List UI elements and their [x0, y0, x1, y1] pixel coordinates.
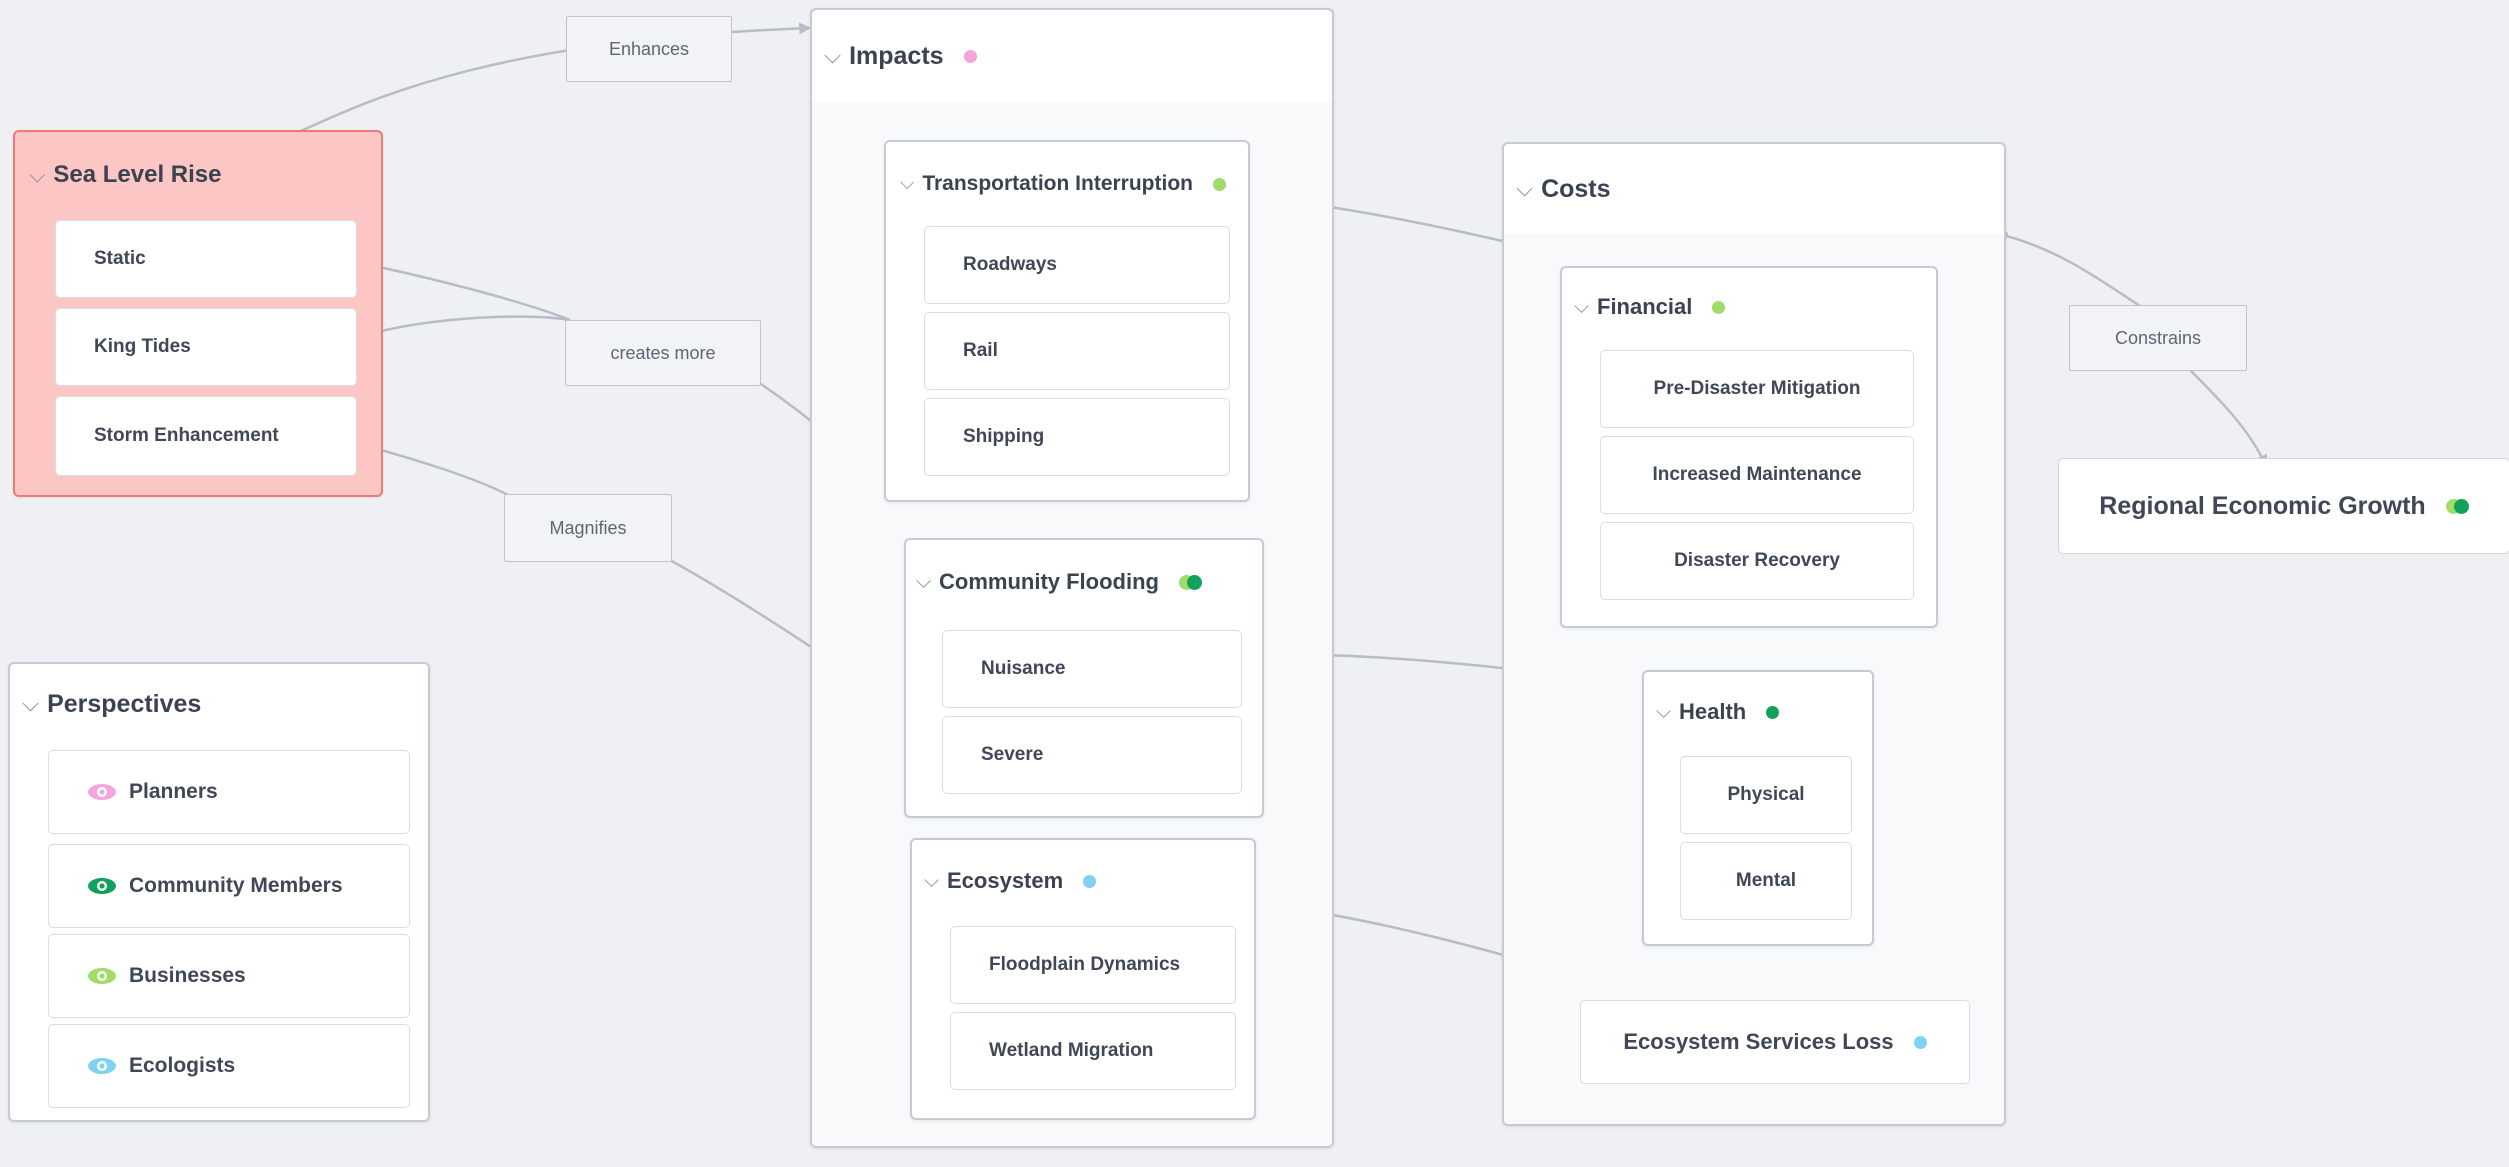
multi-perspective-dots-icon — [2445, 498, 2469, 514]
health-group[interactable]: ⌵ Health Physical Mental — [1642, 670, 1874, 946]
node-pre-disaster-mitigation[interactable]: Pre-Disaster Mitigation — [1600, 350, 1914, 428]
edge-label-enhances[interactable]: Enhances — [566, 16, 732, 82]
node-wetland-migration[interactable]: Wetland Migration — [950, 1012, 1236, 1090]
costs-header[interactable]: ⌵ Costs — [1504, 144, 2004, 234]
perspective-community-members[interactable]: Community Members — [48, 844, 410, 928]
node-storm-enhancement[interactable]: Storm Enhancement — [55, 396, 357, 476]
eye-icon — [88, 968, 116, 984]
node-regional-economic-growth[interactable]: Regional Economic Growth — [2058, 458, 2509, 554]
node-disaster-recovery[interactable]: Disaster Recovery — [1600, 522, 1914, 600]
chevron-down-icon[interactable]: ⌵ — [824, 43, 841, 69]
node-physical[interactable]: Physical — [1680, 756, 1852, 834]
impacts-header[interactable]: ⌵ Impacts — [812, 10, 1332, 102]
health-header[interactable]: ⌵ Health — [1644, 672, 1872, 752]
group-title: Impacts — [849, 41, 944, 70]
ecosystem-group[interactable]: ⌵ Ecosystem Floodplain Dynamics Wetland … — [910, 838, 1256, 1120]
ecosystem-header[interactable]: ⌵ Ecosystem — [912, 840, 1254, 922]
node-rail[interactable]: Rail — [924, 312, 1230, 390]
chevron-down-icon[interactable]: ⌵ — [900, 173, 914, 195]
node-increased-maintenance[interactable]: Increased Maintenance — [1600, 436, 1914, 514]
businesses-dot-icon — [1712, 300, 1726, 314]
edge-constrains-growth — [2189, 369, 2268, 468]
perspectives-group[interactable]: ⌵ Perspectives Planners Community Member… — [8, 662, 430, 1122]
multi-perspective-dots-icon — [1178, 574, 1202, 590]
node-roadways[interactable]: Roadways — [924, 226, 1230, 304]
node-floodplain-dynamics[interactable]: Floodplain Dynamics — [950, 926, 1236, 1004]
financial-group[interactable]: ⌵ Financial Pre-Disaster Mitigation Incr… — [1560, 266, 1938, 628]
node-mental[interactable]: Mental — [1680, 842, 1852, 920]
chevron-down-icon[interactable]: ⌵ — [924, 870, 939, 893]
sea-level-rise-header[interactable]: ⌵ Sea Level Rise — [15, 132, 381, 218]
group-title: Ecosystem — [947, 868, 1064, 893]
node-ecosystem-services-loss[interactable]: Ecosystem Services Loss — [1580, 1000, 1970, 1084]
community-flooding-header[interactable]: ⌵ Community Flooding — [906, 540, 1262, 624]
edge-label-constrains[interactable]: Constrains — [2069, 305, 2247, 371]
chevron-down-icon[interactable]: ⌵ — [916, 571, 931, 594]
sea-level-rise-group[interactable]: ⌵ Sea Level Rise Static King Tides Storm… — [13, 130, 383, 497]
financial-header[interactable]: ⌵ Financial — [1562, 268, 1936, 346]
chevron-down-icon[interactable]: ⌵ — [22, 691, 39, 717]
group-title: Sea Level Rise — [53, 161, 222, 188]
eye-icon — [88, 1058, 116, 1074]
edge-kingtides-creates-more — [354, 315, 571, 340]
group-title: Financial — [1597, 294, 1693, 319]
transportation-header[interactable]: ⌵ Transportation Interruption — [886, 142, 1248, 226]
edge-static-creates-more — [354, 260, 571, 322]
node-king-tides[interactable]: King Tides — [55, 308, 357, 386]
group-title: Transportation Interruption — [922, 172, 1193, 195]
group-title: Community Flooding — [939, 569, 1159, 594]
ecologists-dot-icon — [1913, 1035, 1927, 1049]
transportation-interruption-group[interactable]: ⌵ Transportation Interruption Roadways R… — [884, 140, 1250, 502]
node-nuisance[interactable]: Nuisance — [942, 630, 1242, 708]
planners-dot-icon — [963, 49, 977, 63]
eye-icon — [88, 784, 116, 800]
ecologists-dot-icon — [1083, 874, 1097, 888]
eye-icon — [88, 878, 116, 894]
impacts-group[interactable]: ⌵ Impacts ⌵ Transportation Interruption … — [810, 8, 1334, 1148]
node-severe[interactable]: Severe — [942, 716, 1242, 794]
community-flooding-group[interactable]: ⌵ Community Flooding Nuisance Severe — [904, 538, 1264, 818]
edge-label-creates-more[interactable]: creates more — [565, 320, 761, 386]
chevron-down-icon[interactable]: ⌵ — [29, 162, 45, 188]
node-shipping[interactable]: Shipping — [924, 398, 1230, 476]
group-title: Perspectives — [47, 689, 202, 718]
group-title: Health — [1679, 699, 1747, 724]
group-title: Costs — [1541, 174, 1611, 203]
community-members-dot-icon — [1766, 705, 1780, 719]
edge-costs-constrains — [2002, 233, 2141, 308]
node-static[interactable]: Static — [55, 220, 357, 298]
chevron-down-icon[interactable]: ⌵ — [1516, 176, 1533, 202]
edge-enhances — [291, 22, 812, 137]
costs-group[interactable]: ⌵ Costs ⌵ Financial Pre-Disaster Mitigat… — [1502, 142, 2006, 1126]
edge-label-magnifies[interactable]: Magnifies — [504, 494, 672, 562]
perspective-ecologists[interactable]: Ecologists — [48, 1024, 410, 1108]
chevron-down-icon[interactable]: ⌵ — [1574, 296, 1589, 319]
chevron-down-icon[interactable]: ⌵ — [1656, 701, 1671, 724]
businesses-dot-icon — [1213, 177, 1226, 191]
perspective-businesses[interactable]: Businesses — [48, 934, 410, 1018]
perspective-planners[interactable]: Planners — [48, 750, 410, 834]
perspectives-header[interactable]: ⌵ Perspectives — [10, 664, 428, 744]
